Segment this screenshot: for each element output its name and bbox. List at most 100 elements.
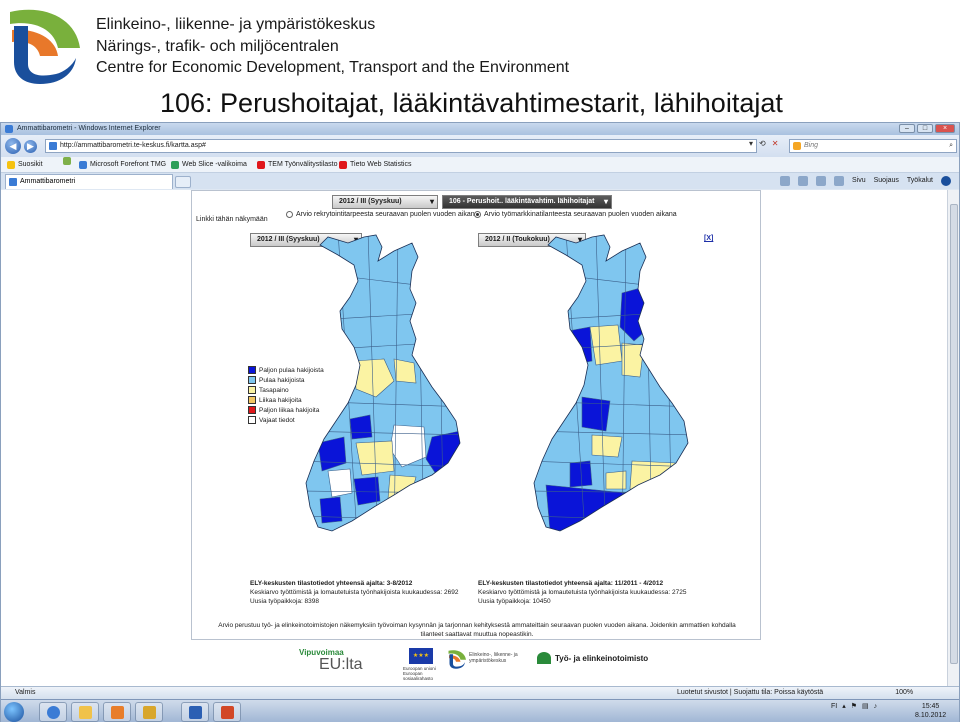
org-name-fi: Elinkeino-, liikenne- ja ympäristökeskus bbox=[96, 16, 376, 33]
powerpoint-icon bbox=[221, 706, 234, 719]
address-toolbar: ◀ ▶ http://ammattibarometri.te-keskus.fi… bbox=[1, 135, 959, 157]
search-input[interactable]: Bing ⌕ bbox=[789, 139, 957, 153]
radio-labour-market[interactable]: Arvio työmarkkinatilanteesta seuraavan p… bbox=[474, 211, 677, 218]
ie-icon bbox=[5, 125, 13, 133]
help-icon[interactable] bbox=[941, 176, 951, 186]
legend-item: Tasapaino bbox=[248, 385, 324, 395]
page-icon bbox=[339, 161, 347, 169]
legend-item: Pulaa hakijoista bbox=[248, 375, 324, 385]
eu-caption: Euroopan unioni Euroopan sosiaalirahasto bbox=[403, 666, 436, 681]
vertical-scrollbar[interactable] bbox=[947, 190, 959, 686]
dropdown-icon[interactable]: ▾ bbox=[749, 139, 753, 148]
status-right: Luotetut sivustot | Suojattu tila: Poiss… bbox=[677, 687, 913, 699]
eu-flag-icon: ★★★ bbox=[409, 648, 433, 664]
mail-icon[interactable] bbox=[816, 176, 826, 186]
legend-swatch bbox=[248, 376, 256, 384]
favorites-label: Suosikit bbox=[18, 161, 43, 168]
volume-icon[interactable]: ♪ bbox=[874, 703, 878, 710]
ie-icon bbox=[47, 706, 60, 719]
legend-item: Paljon liikaa hakijoita bbox=[248, 405, 324, 415]
legend-swatch bbox=[248, 386, 256, 394]
status-text: Valmis bbox=[15, 689, 36, 696]
tab-row: Ammattibarometri Sivu Suojaus Työkalut bbox=[1, 173, 959, 189]
radio-button[interactable] bbox=[286, 211, 293, 218]
star-icon bbox=[7, 161, 15, 169]
window-titlebar: Ammattibarometri - Windows Internet Expl… bbox=[1, 123, 959, 135]
link-to-view[interactable]: Linkki tähän näkymään bbox=[196, 216, 268, 223]
clock-date: 8.10.2012 bbox=[915, 712, 947, 719]
taskbar-explorer[interactable] bbox=[71, 702, 99, 722]
finland-map-right[interactable] bbox=[526, 231, 696, 551]
taskbar-app[interactable] bbox=[135, 702, 163, 722]
close-button[interactable]: × bbox=[935, 124, 955, 133]
stats-line: Keskiarvo työttömistä ja lomautetuista t… bbox=[478, 589, 687, 596]
page-viewport: 2012 / III (Syyskuu) 106 - Perushoit.. l… bbox=[1, 190, 947, 686]
stats-right: ELY-keskusten tilastotiedot yhteensä aja… bbox=[478, 579, 686, 606]
radio-recruitment[interactable]: Arvio rekrytointitarpeesta seuraavan puo… bbox=[286, 211, 479, 218]
status-bar: Valmis Luotetut sivustot | Suojattu tila… bbox=[1, 686, 959, 699]
legend-swatch bbox=[248, 406, 256, 414]
clock[interactable]: 15:45 8.10.2012 bbox=[915, 702, 946, 720]
favorites-button[interactable]: Suosikit bbox=[7, 157, 43, 173]
menu-sivu[interactable]: Sivu bbox=[852, 174, 866, 188]
menu-tyokalut[interactable]: Työkalut bbox=[907, 174, 933, 188]
add-favorite-icon[interactable] bbox=[63, 157, 71, 165]
word-icon bbox=[189, 706, 202, 719]
favorite-item[interactable]: Web Slice -valikoima bbox=[171, 157, 247, 173]
flag-icon[interactable]: ⚑ bbox=[851, 702, 857, 710]
zoom-level[interactable]: 100% bbox=[895, 687, 913, 699]
address-bar[interactable]: http://ammattibarometri.te-keskus.fi/kar… bbox=[45, 139, 757, 153]
media-player-icon bbox=[111, 706, 124, 719]
legend-item: Paljon pulaa hakijoista bbox=[248, 365, 324, 375]
stats-left: ELY-keskusten tilastotiedot yhteensä aja… bbox=[250, 579, 458, 606]
start-button[interactable] bbox=[4, 702, 24, 722]
slide: Elinkeino-, liikenne- ja ympäristökeskus… bbox=[0, 0, 960, 722]
maximize-button[interactable]: □ bbox=[917, 124, 933, 133]
feeds-icon[interactable] bbox=[798, 176, 808, 186]
refresh-icon[interactable]: ⟲ bbox=[759, 139, 766, 148]
stop-icon[interactable]: ✕ bbox=[772, 139, 779, 148]
forward-button[interactable]: ▶ bbox=[24, 140, 37, 153]
stats-line: Keskiarvo työttömistä ja lomautetuista t… bbox=[250, 589, 459, 596]
org-name-en: Centre for Economic Development, Transpo… bbox=[96, 59, 570, 76]
occupation-select[interactable]: 106 - Perushoit.. lääkintävahtim. lähiho… bbox=[442, 195, 612, 209]
network-icon[interactable]: ▤ bbox=[862, 702, 869, 710]
language-indicator[interactable]: FI bbox=[831, 703, 837, 710]
minimize-button[interactable]: – bbox=[899, 124, 915, 133]
org-name-sv: Närings-, trafik- och miljöcentralen bbox=[96, 38, 339, 55]
footer-logos: Vipuvoimaa EU:lta ★★★ Euroopan unioni Eu… bbox=[299, 648, 669, 682]
new-tab-button[interactable] bbox=[175, 176, 191, 188]
close-link[interactable]: [X] bbox=[704, 235, 713, 242]
taskbar-powerpoint[interactable] bbox=[213, 702, 241, 722]
favorite-item[interactable]: TEM Työnvälitystilasto bbox=[257, 157, 338, 173]
taskbar-ie[interactable] bbox=[39, 702, 67, 722]
stats-heading: ELY-keskusten tilastotiedot yhteensä aja… bbox=[478, 580, 664, 587]
legend-item: Liikaa hakijoita bbox=[248, 395, 324, 405]
search-icon[interactable]: ⌕ bbox=[949, 140, 953, 152]
stats-heading: ELY-keskusten tilastotiedot yhteensä aja… bbox=[250, 580, 413, 587]
address-text: http://ammattibarometri.te-keskus.fi/kar… bbox=[60, 142, 206, 149]
security-zone[interactable]: Luotetut sivustot | Suojattu tila: Poiss… bbox=[677, 687, 823, 699]
back-button[interactable]: ◀ bbox=[5, 138, 21, 154]
favorite-item[interactable]: Tieto Web Statistics bbox=[339, 157, 411, 173]
tray-arrow-icon[interactable]: ▴ bbox=[842, 702, 846, 710]
taskbar-word[interactable] bbox=[181, 702, 209, 722]
period-select-top[interactable]: 2012 / III (Syyskuu) bbox=[332, 195, 438, 209]
bing-icon bbox=[793, 142, 801, 150]
clock-time: 15:45 bbox=[921, 703, 940, 710]
tab-ammattibarometri[interactable]: Ammattibarometri bbox=[5, 174, 173, 189]
menu-suojaus[interactable]: Suojaus bbox=[874, 174, 899, 188]
home-icon[interactable] bbox=[780, 176, 790, 186]
eu-lta-text: EU:lta bbox=[319, 656, 363, 673]
web-slice-icon bbox=[171, 161, 179, 169]
print-icon[interactable] bbox=[834, 176, 844, 186]
taskbar-media[interactable] bbox=[103, 702, 131, 722]
favorites-bar: Suosikit Microsoft Forefront TMG Web Sli… bbox=[1, 157, 959, 173]
legend-swatch bbox=[248, 416, 256, 424]
map-legend: Paljon pulaa hakijoista Pulaa hakijoista… bbox=[248, 365, 324, 425]
browser-window: Ammattibarometri - Windows Internet Expl… bbox=[0, 122, 960, 722]
favorite-item[interactable]: Microsoft Forefront TMG bbox=[79, 157, 166, 173]
scroll-thumb[interactable] bbox=[950, 204, 958, 664]
command-bar: Sivu Suojaus Työkalut bbox=[780, 174, 951, 188]
radio-button-selected[interactable] bbox=[474, 211, 481, 218]
